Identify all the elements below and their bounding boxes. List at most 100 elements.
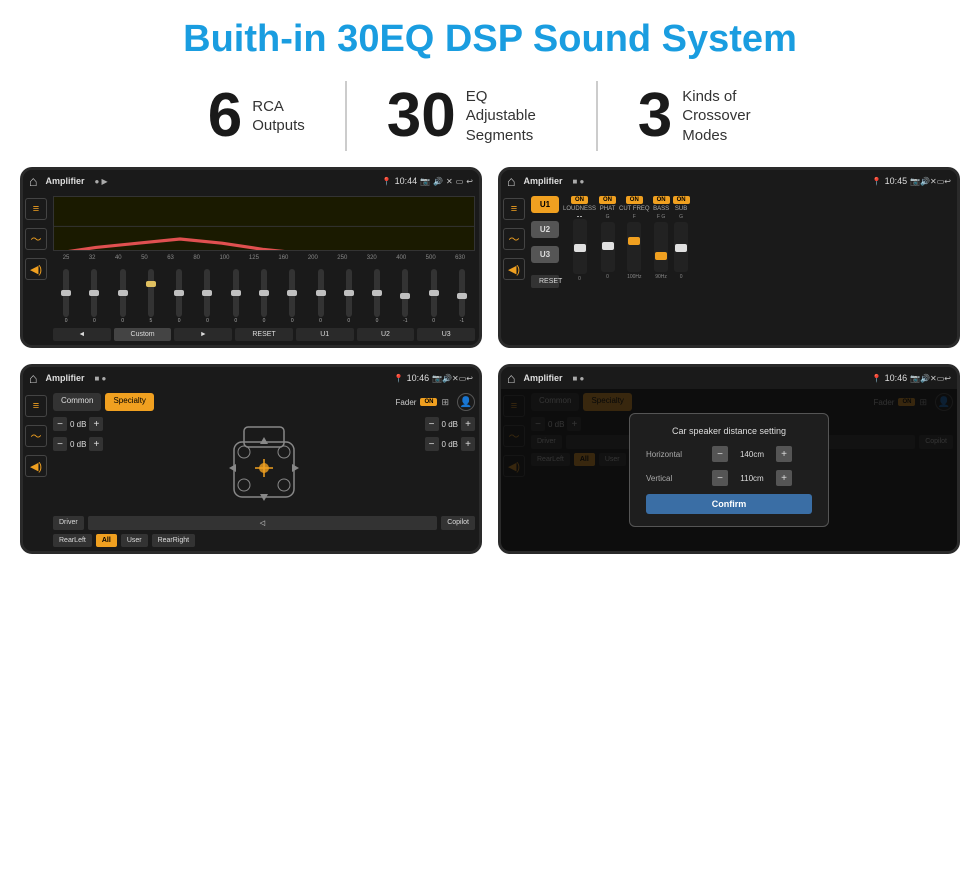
eq-main-area: 253240506380100125160200250320400500630 …	[51, 192, 479, 345]
eq-slider-1[interactable]: 0	[63, 269, 69, 324]
dialog-screen: ⌂ Amplifier ■ ● 📍 10:46 📷🔊✕▭↩ ≡ 〜 ◀)	[498, 364, 960, 554]
horizontal-ctrl: − 140cm +	[712, 446, 792, 462]
eq-slider-2[interactable]: 0	[91, 269, 97, 324]
eq-time: 10:44	[395, 176, 418, 186]
u-buttons-col: U1 U2 U3 RESET	[531, 196, 559, 288]
crossover-reset-btn[interactable]: RESET	[531, 275, 559, 288]
stat-number-rca: 6	[208, 85, 242, 147]
horizontal-minus[interactable]: −	[712, 446, 728, 462]
loudness-slider[interactable]	[573, 219, 587, 274]
fader-icon-wave[interactable]: 〜	[25, 425, 47, 447]
fader-bottom-row-2: RearLeft All User RearRight	[53, 534, 475, 547]
u1-button[interactable]: U1	[531, 196, 559, 213]
dialog-home-icon[interactable]: ⌂	[507, 370, 515, 386]
fader-btn-driver[interactable]: Driver	[53, 516, 84, 530]
fader-btn-copilot[interactable]: Copilot	[441, 516, 475, 530]
db-minus-3[interactable]: −	[425, 417, 439, 431]
fader-tab-specialty[interactable]: Specialty	[105, 393, 153, 411]
eq-slider-10[interactable]: 0	[318, 269, 324, 324]
confirm-button[interactable]: Confirm	[646, 494, 812, 514]
crossover-home-icon[interactable]: ⌂	[507, 173, 515, 189]
eq-slider-14[interactable]: 0	[431, 269, 437, 324]
eq-screen: ⌂ Amplifier ● ▶ 📍 10:44 📷 🔊 ✕ ▭ ↩ ≡ 〜 ◀)	[20, 167, 482, 348]
db-plus-4[interactable]: +	[461, 437, 475, 451]
horizontal-row: Horizontal − 140cm +	[646, 446, 812, 462]
db-minus-2[interactable]: −	[53, 437, 67, 451]
dialog-title: Car speaker distance setting	[646, 426, 812, 436]
eq-btn-play[interactable]: ►	[174, 328, 232, 341]
eq-icon-eq[interactable]: ≡	[25, 198, 47, 220]
eq-btn-reset[interactable]: RESET	[235, 328, 293, 341]
eq-btn-u3[interactable]: U3	[417, 328, 475, 341]
fader-profile-icon[interactable]: 👤	[457, 393, 475, 411]
eq-slider-3[interactable]: 0	[120, 269, 126, 324]
phat-toggle[interactable]: ON	[599, 196, 616, 204]
vertical-label: Vertical	[646, 474, 706, 483]
db-val-1: 0 dB	[70, 420, 86, 429]
fader-tab-common[interactable]: Common	[53, 393, 101, 411]
fader-home-icon[interactable]: ⌂	[29, 370, 37, 386]
cutfreq-toggle[interactable]: ON	[626, 196, 643, 204]
horizontal-plus[interactable]: +	[776, 446, 792, 462]
u2-button[interactable]: U2	[531, 221, 559, 238]
eq-icon-speaker[interactable]: ◀)	[25, 258, 47, 280]
crossover-icon-eq[interactable]: ≡	[503, 198, 525, 220]
fader-icon-eq[interactable]: ≡	[25, 395, 47, 417]
vertical-ctrl: − 110cm +	[712, 470, 792, 486]
eq-btn-prev[interactable]: ◄	[53, 328, 111, 341]
eq-slider-13[interactable]: -1	[402, 269, 408, 324]
fader-btn-arrow-left[interactable]: ◁	[88, 516, 438, 530]
cutfreq-slider[interactable]	[627, 222, 641, 272]
stat-text-eq: EQ AdjustableSegments	[466, 87, 556, 146]
db-minus-1[interactable]: −	[53, 417, 67, 431]
eq-slider-9[interactable]: 0	[289, 269, 295, 324]
home-icon[interactable]: ⌂	[29, 173, 37, 189]
vertical-plus[interactable]: +	[776, 470, 792, 486]
fader-btn-all[interactable]: All	[96, 534, 117, 547]
eq-btn-custom[interactable]: Custom	[114, 328, 172, 341]
loudness-toggle[interactable]: ON	[571, 196, 588, 204]
eq-slider-5[interactable]: 0	[176, 269, 182, 324]
eq-slider-11[interactable]: 0	[346, 269, 352, 324]
crossover-icon-speaker[interactable]: ◀)	[503, 258, 525, 280]
eq-slider-6[interactable]: 0	[204, 269, 210, 324]
stat-number-crossover: 3	[638, 85, 672, 147]
db-minus-4[interactable]: −	[425, 437, 439, 451]
db-plus-3[interactable]: +	[461, 417, 475, 431]
eq-slider-12[interactable]: 0	[374, 269, 380, 324]
stat-rca: 6 RCAOutputs	[168, 85, 345, 147]
eq-slider-4[interactable]: 5	[148, 269, 154, 324]
fader-btn-rearleft[interactable]: RearLeft	[53, 534, 92, 547]
eq-btn-u1[interactable]: U1	[296, 328, 354, 341]
eq-btn-u2[interactable]: U2	[357, 328, 415, 341]
eq-slider-8[interactable]: 0	[261, 269, 267, 324]
eq-slider-7[interactable]: 0	[233, 269, 239, 324]
db-plus-2[interactable]: +	[89, 437, 103, 451]
crossover-status-bar: ⌂ Amplifier ■ ● 📍 10:45 📷🔊✕▭↩	[501, 170, 957, 192]
fader-controls-area: − 0 dB + − 0 dB +	[53, 417, 475, 512]
eq-icon-wave[interactable]: 〜	[25, 228, 47, 250]
fader-btn-user[interactable]: User	[121, 534, 148, 547]
stat-number-eq: 30	[387, 85, 456, 147]
eq-status-icons: 📍 10:44 📷 🔊 ✕ ▭ ↩	[382, 176, 473, 186]
phat-slider[interactable]	[601, 222, 615, 272]
fader-toggle[interactable]: ON	[420, 398, 437, 406]
fader-screen: ⌂ Amplifier ■ ● 📍 10:46 📷🔊✕▭↩ ≡ 〜 ◀) Co	[20, 364, 482, 554]
db-plus-1[interactable]: +	[89, 417, 103, 431]
db-val-2: 0 dB	[70, 440, 86, 449]
fader-text: Fader	[396, 398, 417, 407]
bass-toggle[interactable]: ON	[653, 196, 670, 204]
eq-slider-15[interactable]: -1	[459, 269, 465, 324]
loudness-ctrl: ON LOUDNESS 0	[563, 196, 596, 288]
fader-btn-rearright[interactable]: RearRight	[152, 534, 196, 547]
sub-slider[interactable]	[674, 222, 688, 272]
screens-grid: ⌂ Amplifier ● ▶ 📍 10:44 📷 🔊 ✕ ▭ ↩ ≡ 〜 ◀)	[0, 167, 980, 564]
crossover-icon-wave[interactable]: 〜	[503, 228, 525, 250]
back-icon[interactable]: ↩	[466, 177, 473, 186]
u3-button[interactable]: U3	[531, 246, 559, 263]
bass-slider[interactable]	[654, 222, 668, 272]
dialog-status-bar: ⌂ Amplifier ■ ● 📍 10:46 📷🔊✕▭↩	[501, 367, 957, 389]
sub-toggle[interactable]: ON	[673, 196, 690, 204]
fader-icon-speaker[interactable]: ◀)	[25, 455, 47, 477]
vertical-minus[interactable]: −	[712, 470, 728, 486]
